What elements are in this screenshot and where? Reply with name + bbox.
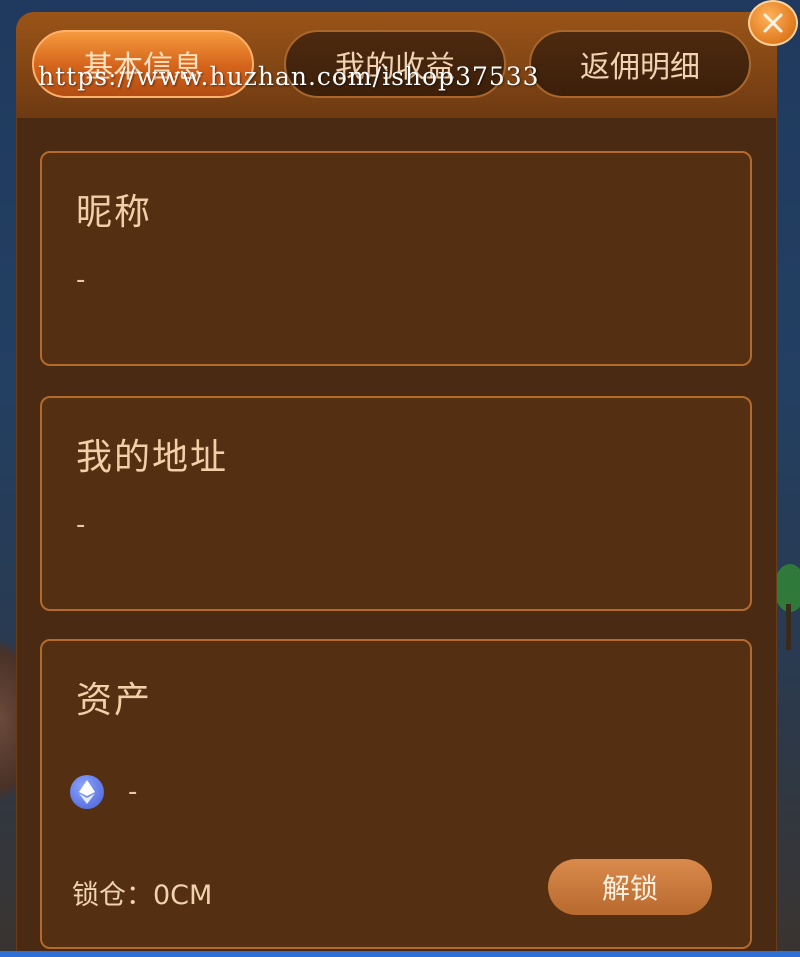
nickname-card: 昵称 -: [40, 151, 752, 366]
bottom-edge-bar: [0, 951, 800, 957]
assets-title: 资产: [76, 680, 153, 721]
address-title: 我的地址: [76, 437, 229, 478]
user-info-panel: 基本信息 我的收益 返佣明细 昵称 - 我的地址 - 资产 - 锁仓：0CM 解…: [16, 12, 777, 957]
close-x-icon: [763, 13, 783, 33]
assets-card: 资产 - 锁仓：0CM 解锁: [40, 639, 752, 949]
address-card: 我的地址 -: [40, 396, 752, 611]
token-balance-row: -: [70, 775, 137, 809]
watermark-text: https://www.huzhan.com/ishop37533: [38, 62, 540, 91]
nickname-title: 昵称: [76, 192, 153, 233]
ethereum-icon: [70, 775, 104, 809]
close-button[interactable]: [748, 0, 798, 46]
nickname-value: -: [76, 265, 86, 295]
address-value: -: [76, 510, 86, 540]
token-balance-value: -: [128, 777, 138, 807]
tab-rebate-details[interactable]: 返佣明细: [529, 30, 751, 98]
locked-amount: 锁仓：0CM: [72, 880, 213, 911]
unlock-button[interactable]: 解锁: [548, 859, 712, 915]
